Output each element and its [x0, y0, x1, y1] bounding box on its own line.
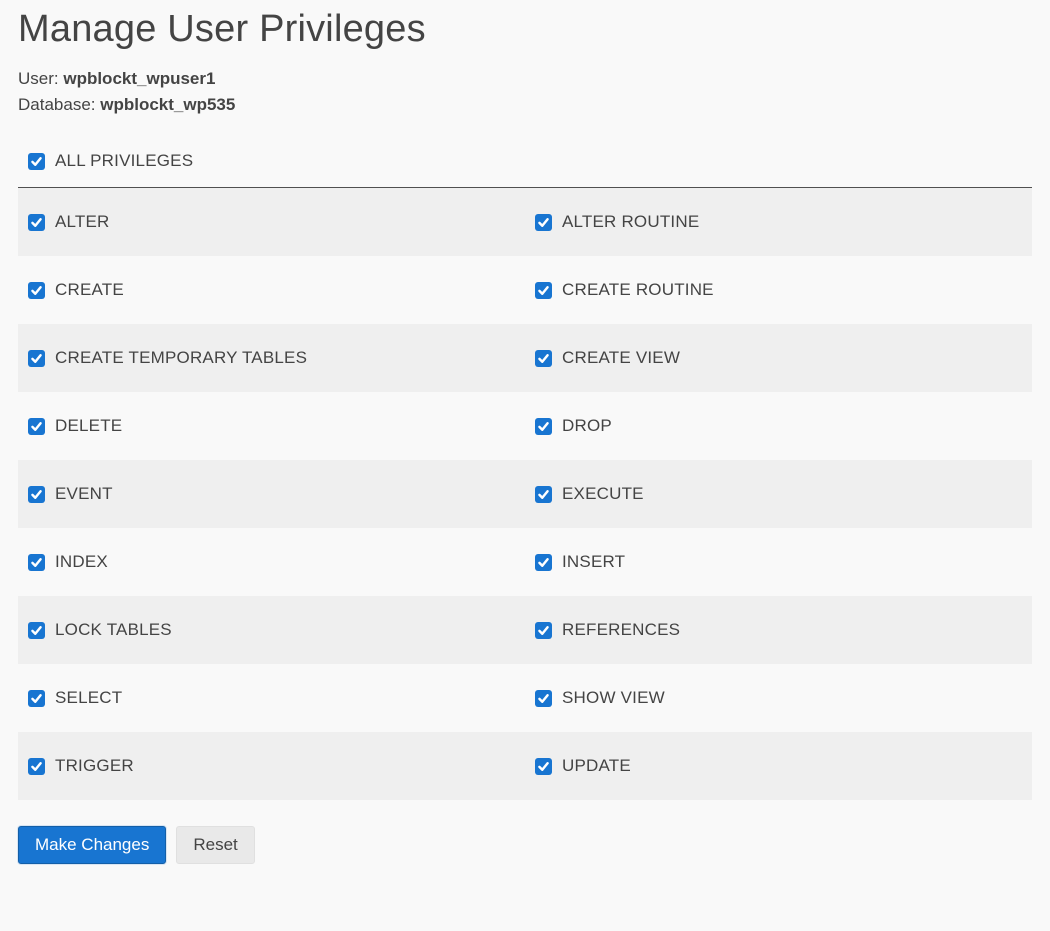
privilege-label: DROP — [562, 416, 612, 436]
privilege-checkbox[interactable] — [28, 418, 45, 435]
privilege-checkbox[interactable] — [28, 350, 45, 367]
privilege-label: REFERENCES — [562, 620, 680, 640]
privilege-checkbox[interactable] — [535, 554, 552, 571]
divider — [18, 187, 1032, 188]
privilege-cell: ALTER — [18, 188, 525, 256]
database-line: Database: wpblockt_wp535 — [18, 95, 1032, 115]
privilege-cell: EXECUTE — [525, 460, 1032, 528]
privilege-cell: INSERT — [525, 528, 1032, 596]
checkmark-icon — [30, 488, 43, 501]
privilege-checkbox[interactable] — [535, 622, 552, 639]
privilege-label: EXECUTE — [562, 484, 644, 504]
privilege-checkbox[interactable] — [535, 282, 552, 299]
checkmark-icon — [537, 692, 550, 705]
privileges-grid: ALTER ALTER ROUTINE CREATE CREATE ROUTINE CR… — [18, 188, 1032, 800]
privilege-cell: DROP — [525, 392, 1032, 460]
user-value: wpblockt_wpuser1 — [63, 69, 215, 88]
checkmark-icon — [30, 216, 43, 229]
privilege-cell: SELECT — [18, 664, 525, 732]
privilege-cell: CREATE TEMPORARY TABLES — [18, 324, 525, 392]
privilege-checkbox[interactable] — [28, 554, 45, 571]
make-changes-button[interactable]: Make Changes — [18, 826, 166, 864]
privilege-cell: INDEX — [18, 528, 525, 596]
privilege-label: CREATE TEMPORARY TABLES — [55, 348, 307, 368]
privilege-label: DELETE — [55, 416, 122, 436]
privilege-checkbox[interactable] — [535, 690, 552, 707]
privilege-label: CREATE VIEW — [562, 348, 680, 368]
privilege-label: CREATE — [55, 280, 124, 300]
checkmark-icon — [537, 760, 550, 773]
checkmark-icon — [537, 352, 550, 365]
checkmark-icon — [537, 216, 550, 229]
checkmark-icon — [537, 284, 550, 297]
privilege-checkbox[interactable] — [28, 622, 45, 639]
privilege-cell: LOCK TABLES — [18, 596, 525, 664]
checkmark-icon — [30, 624, 43, 637]
privilege-checkbox[interactable] — [28, 758, 45, 775]
privilege-label: INSERT — [562, 552, 625, 572]
privilege-checkbox[interactable] — [28, 486, 45, 503]
checkmark-icon — [30, 420, 43, 433]
privilege-label: UPDATE — [562, 756, 631, 776]
privilege-label: CREATE ROUTINE — [562, 280, 714, 300]
privilege-checkbox[interactable] — [535, 418, 552, 435]
privilege-checkbox[interactable] — [28, 214, 45, 231]
privilege-label: SHOW VIEW — [562, 688, 665, 708]
database-value: wpblockt_wp535 — [100, 95, 235, 114]
privilege-cell: SHOW VIEW — [525, 664, 1032, 732]
database-label: Database: — [18, 95, 100, 114]
privilege-checkbox[interactable] — [28, 690, 45, 707]
privilege-label: ALTER ROUTINE — [562, 212, 699, 232]
checkmark-icon — [537, 556, 550, 569]
privilege-label: LOCK TABLES — [55, 620, 172, 640]
checkmark-icon — [30, 556, 43, 569]
privilege-label: ALTER — [55, 212, 110, 232]
privilege-label: INDEX — [55, 552, 108, 572]
actions-row: Make Changes Reset — [18, 826, 1032, 864]
privilege-label: EVENT — [55, 484, 113, 504]
privilege-cell: UPDATE — [525, 732, 1032, 800]
privilege-cell: CREATE — [18, 256, 525, 324]
privilege-checkbox[interactable] — [535, 214, 552, 231]
privilege-cell: EVENT — [18, 460, 525, 528]
privilege-checkbox[interactable] — [535, 758, 552, 775]
checkmark-icon — [30, 760, 43, 773]
checkmark-icon — [537, 624, 550, 637]
privilege-cell: TRIGGER — [18, 732, 525, 800]
privilege-cell: REFERENCES — [525, 596, 1032, 664]
privilege-cell: DELETE — [18, 392, 525, 460]
checkmark-icon — [30, 352, 43, 365]
privilege-checkbox[interactable] — [28, 282, 45, 299]
checkmark-icon — [30, 155, 43, 168]
privilege-checkbox[interactable] — [535, 350, 552, 367]
checkmark-icon — [30, 692, 43, 705]
user-label: User: — [18, 69, 63, 88]
privilege-label: TRIGGER — [55, 756, 134, 776]
user-line: User: wpblockt_wpuser1 — [18, 69, 1032, 89]
all-privileges-row: ALL PRIVILEGES — [18, 127, 1032, 187]
privilege-checkbox[interactable] — [535, 486, 552, 503]
all-privileges-label: ALL PRIVILEGES — [55, 151, 193, 171]
privilege-cell: ALTER ROUTINE — [525, 188, 1032, 256]
all-privileges-checkbox[interactable] — [28, 153, 45, 170]
checkmark-icon — [30, 284, 43, 297]
checkmark-icon — [537, 488, 550, 501]
page-title: Manage User Privileges — [18, 8, 1032, 51]
privilege-cell: CREATE VIEW — [525, 324, 1032, 392]
privilege-cell: CREATE ROUTINE — [525, 256, 1032, 324]
reset-button[interactable]: Reset — [176, 826, 254, 864]
privilege-label: SELECT — [55, 688, 122, 708]
checkmark-icon — [537, 420, 550, 433]
